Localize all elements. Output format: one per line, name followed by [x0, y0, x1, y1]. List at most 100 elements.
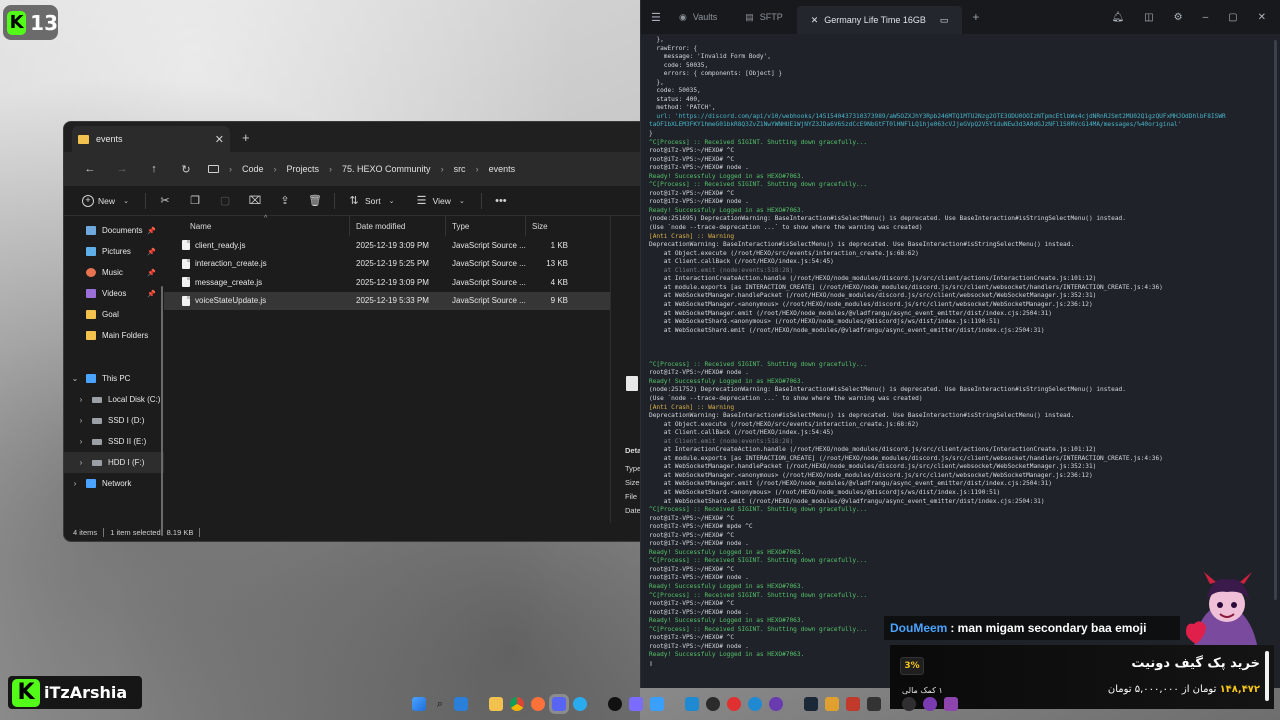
column-header-size[interactable]: Size	[526, 216, 576, 236]
sidebar-item-documents[interactable]: Documents 📌	[64, 220, 164, 241]
sidebar-item-this-pc[interactable]: ⌄ This PC	[64, 368, 164, 389]
chevron-right-icon[interactable]: ›	[70, 479, 80, 488]
sidebar-item-main-folders[interactable]: Main Folders	[64, 325, 164, 346]
task-view-icon[interactable]	[454, 697, 468, 711]
table-row[interactable]: interaction_create.js 2025-12-19 5:25 PM…	[164, 255, 610, 274]
breadcrumb-events[interactable]: events	[489, 164, 516, 174]
documents-icon	[86, 226, 96, 235]
close-window-icon[interactable]: ✕	[1258, 12, 1266, 23]
app-icon[interactable]	[944, 697, 958, 711]
app-icon[interactable]	[867, 697, 881, 711]
terminal-line: (node:251752) DeprecationWarning: BaseIn…	[649, 386, 1126, 394]
chevron-right-icon[interactable]: ›	[76, 458, 86, 467]
chevron-right-icon[interactable]: ›	[76, 416, 86, 425]
settings-icon[interactable]: ⚙	[1174, 12, 1183, 23]
delete-icon[interactable]: 🗑	[308, 194, 322, 207]
column-header-date[interactable]: Date modified	[350, 216, 446, 236]
chevron-down-icon[interactable]: ⌄	[70, 374, 80, 383]
vscode-icon[interactable]	[685, 697, 699, 711]
app-icon[interactable]	[727, 697, 741, 711]
pin-icon[interactable]: 📌	[147, 227, 156, 235]
breadcrumb-code[interactable]: Code	[242, 164, 264, 174]
app-icon[interactable]	[748, 697, 762, 711]
close-icon[interactable]: ✕	[811, 15, 819, 26]
share-icon[interactable]: ⇪	[278, 194, 292, 207]
chevron-right-icon[interactable]: ›	[76, 437, 86, 446]
forward-arrow-icon[interactable]: →	[106, 163, 138, 175]
close-icon[interactable]: ✕	[215, 133, 224, 146]
search-icon[interactable]: ⌕	[433, 697, 447, 711]
explorer-tab-events[interactable]: events ✕	[72, 126, 230, 152]
computer-icon[interactable]	[208, 165, 219, 173]
sidebar-item-pictures[interactable]: Pictures 📌	[64, 241, 164, 262]
github-icon[interactable]	[608, 697, 622, 711]
steam-icon[interactable]	[804, 697, 818, 711]
cut-icon[interactable]: ✂	[158, 194, 172, 207]
app-icon[interactable]	[825, 697, 839, 711]
file-type: JavaScript Source ...	[452, 277, 526, 287]
discord-icon[interactable]	[552, 697, 566, 711]
rename-icon[interactable]: ⌧	[248, 194, 262, 207]
telegram-icon[interactable]	[573, 697, 587, 711]
view-button[interactable]: ☰ View ⌄	[407, 186, 477, 216]
firefox-icon[interactable]	[531, 697, 545, 711]
file-explorer-icon[interactable]	[489, 697, 503, 711]
chrome-icon[interactable]	[510, 697, 524, 711]
pin-icon[interactable]: 📌	[147, 269, 156, 277]
terminal-line: at WebSocketManager.emit (/root/HEXO/nod…	[649, 309, 1052, 317]
breadcrumb-hexo-community[interactable]: 75. HEXO Community	[342, 164, 431, 174]
new-button[interactable]: + New ⌄	[74, 186, 141, 216]
terminal-line: at InteractionCreateAction.handle (/root…	[649, 446, 1097, 454]
back-arrow-icon[interactable]: ←	[74, 163, 106, 175]
table-row[interactable]: client_ready.js 2025-12-19 3:09 PM JavaS…	[164, 236, 610, 255]
sidebar-item-music[interactable]: Music 📌	[64, 262, 164, 283]
split-view-icon[interactable]: ▭	[940, 15, 949, 26]
vpn-icon[interactable]	[629, 697, 643, 711]
tab-germany-server[interactable]: ✕ Germany Life Time 16GB ▭	[796, 6, 963, 34]
new-tab-button[interactable]: +	[242, 130, 250, 145]
more-options-icon[interactable]: •••	[494, 195, 508, 207]
sidebar-item-ssd-d[interactable]: › SSD I (D:)	[64, 410, 164, 431]
column-header-name[interactable]: ^ Name	[164, 215, 350, 236]
menu-icon[interactable]: ☰	[651, 11, 665, 24]
copy-icon[interactable]: ❐	[188, 194, 202, 207]
app-icon[interactable]	[923, 697, 937, 711]
up-arrow-icon[interactable]: ↑	[138, 163, 170, 175]
column-header-type[interactable]: Type	[446, 216, 526, 236]
sidebar-item-videos[interactable]: Videos 📌	[64, 283, 164, 304]
table-row-selected[interactable]: voiceStateUpdate.js 2025-12-19 5:33 PM J…	[164, 291, 610, 310]
windows-start-icon[interactable]	[412, 697, 426, 711]
obs-icon[interactable]	[902, 697, 916, 711]
chevron-right-icon[interactable]: ›	[76, 395, 86, 404]
refresh-icon[interactable]: ↻	[170, 163, 202, 176]
file-list: ^ Name Date modified Type Size client_re…	[164, 215, 610, 523]
sort-button[interactable]: ⇅ Sort ⌄	[339, 186, 407, 216]
table-row[interactable]: message_create.js 2025-12-19 3:09 PM Jav…	[164, 273, 610, 292]
tab-vaults[interactable]: ◉ Vaults	[665, 0, 731, 34]
sidebar-item-ssd-e[interactable]: › SSD II (E:)	[64, 431, 164, 452]
app-icon[interactable]	[846, 697, 860, 711]
maximize-icon[interactable]: ▢	[1228, 12, 1237, 23]
pin-icon[interactable]: 📌	[147, 248, 156, 256]
pin-icon[interactable]: 📌	[147, 290, 156, 298]
sidebar-item-network[interactable]: › Network	[64, 473, 164, 494]
sidebar-item-goal[interactable]: Goal	[64, 304, 164, 325]
terminal-line: at WebSocketManager.<anonymous> (/root/H…	[649, 471, 1093, 479]
terminal-scrollbar[interactable]	[1274, 40, 1277, 600]
minimize-icon[interactable]: –	[1203, 12, 1209, 23]
breadcrumb-projects[interactable]: Projects	[287, 164, 320, 174]
new-tab-button[interactable]: +	[972, 10, 979, 24]
app-icon[interactable]	[706, 697, 720, 711]
sidebar-toggle-icon[interactable]: ◫	[1144, 12, 1153, 23]
tab-sftp[interactable]: ▤ SFTP	[731, 0, 797, 34]
app-icon[interactable]	[650, 697, 664, 711]
app-icon[interactable]	[769, 697, 783, 711]
paste-icon[interactable]: ▢	[218, 194, 232, 207]
sidebar-item-local-disk-c[interactable]: › Local Disk (C:)	[64, 389, 164, 410]
notification-bell-icon[interactable]: 🔔︎	[1111, 12, 1124, 23]
terminal-line: at Object.execute (/root/HEXO/src/events…	[649, 249, 919, 257]
breadcrumb-src[interactable]: src	[454, 164, 466, 174]
sidebar-item-hdd-f[interactable]: › HDD I (F:)	[64, 452, 164, 473]
terminal-line: at WebSocketManager.handlePacket (/root/…	[649, 463, 1097, 471]
sidebar-scrollbar[interactable]	[161, 286, 163, 536]
